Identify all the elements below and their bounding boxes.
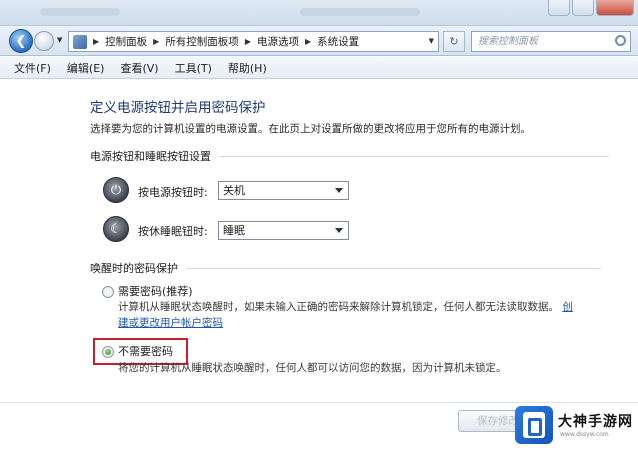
chevron-right-icon[interactable]: ▶: [153, 37, 159, 46]
power-button-select[interactable]: 关机: [218, 181, 349, 200]
power-icon: ⏻: [103, 177, 129, 203]
section-divider: [219, 155, 609, 157]
menu-file[interactable]: 文件(F): [14, 60, 51, 76]
page-title: 定义电源按钮并启用密码保护: [90, 100, 266, 116]
breadcrumb-system-settings[interactable]: 系统设置: [317, 34, 359, 49]
menu-bar: 文件(F) 编辑(E) 查看(V) 工具(T) 帮助(H): [0, 57, 638, 79]
create-password-link-row: 建或更改用户帐户密码: [118, 315, 223, 330]
watermark-logo-icon: [515, 406, 553, 444]
search-input[interactable]: 搜索控制面板: [471, 31, 631, 52]
logo-inner: [523, 412, 545, 438]
search-icon[interactable]: [615, 35, 626, 46]
breadcrumb-power-options[interactable]: 电源选项: [257, 34, 299, 49]
chevron-right-icon[interactable]: ▶: [305, 37, 311, 46]
history-dropdown-icon[interactable]: ▼: [57, 36, 62, 44]
power-button-value: 关机: [223, 184, 245, 197]
back-button[interactable]: ❮: [9, 29, 33, 53]
title-blur: [40, 8, 120, 16]
chevron-down-icon[interactable]: ▼: [429, 37, 434, 45]
menu-edit[interactable]: 编辑(E): [67, 60, 105, 76]
watermark-url: www.dssyw.com: [560, 431, 609, 438]
sleep-button-label: 按休睡眠钮时:: [138, 225, 208, 238]
menu-help[interactable]: 帮助(H): [228, 60, 267, 76]
breadcrumb-control-panel[interactable]: 控制面板: [105, 34, 147, 49]
chevron-down-icon: [335, 188, 343, 193]
maximize-button[interactable]: [572, 0, 594, 16]
require-password-label[interactable]: 需要密码(推荐): [118, 283, 193, 299]
close-button[interactable]: [596, 0, 634, 16]
control-panel-icon: [73, 34, 87, 49]
no-password-note: 将您的计算机从睡眠状态唤醒时，任何人都可以访问您的数据，因为计算机未锁定。: [118, 362, 507, 374]
section-title: 电源按钮和睡眠按钮设置: [90, 150, 211, 163]
chevron-down-icon: [335, 228, 343, 233]
menu-tools[interactable]: 工具(T): [175, 60, 212, 76]
window-title-bar: [0, 0, 638, 26]
require-password-note: 计算机从睡眠状态唤醒时，如果未输入正确的密码来解除计算机锁定，任何人都无法读取数…: [118, 299, 578, 314]
forward-button[interactable]: [34, 31, 54, 51]
minimize-button[interactable]: [548, 0, 570, 16]
refresh-icon: ↻: [449, 35, 459, 48]
sleep-button-value: 睡眠: [223, 224, 245, 237]
section-divider: [186, 267, 601, 269]
require-password-radio[interactable]: [102, 286, 114, 298]
sleep-icon: ☾: [103, 216, 129, 242]
sleep-button-select[interactable]: 睡眠: [218, 221, 349, 240]
breadcrumb-all-items[interactable]: 所有控制面板项: [165, 34, 239, 49]
create-password-link[interactable]: 建或更改用户帐户密码: [118, 317, 223, 329]
search-placeholder: 搜索控制面板: [478, 36, 538, 47]
buttons-section-header: 电源按钮和睡眠按钮设置: [90, 148, 609, 164]
section-title: 唤醒时的密码保护: [90, 262, 178, 275]
watermark-brand: 大神手游网: [558, 414, 633, 430]
chevron-right-icon[interactable]: ▶: [245, 37, 251, 46]
power-button-label: 按电源按钮时:: [138, 186, 208, 199]
arrow-left-icon: ❮: [15, 33, 27, 49]
create-password-link-part[interactable]: 创: [562, 301, 573, 313]
page-description: 选择要为您的计算机设置的电源设置。在此页上对设置所做的更改将应用于您所有的电源计…: [90, 123, 531, 135]
password-section-header: 唤醒时的密码保护: [90, 260, 601, 276]
menu-view[interactable]: 查看(V): [120, 60, 158, 76]
title-blur: [300, 8, 420, 16]
chevron-right-icon[interactable]: ▶: [93, 37, 99, 46]
refresh-button[interactable]: ↻: [443, 31, 465, 52]
navigation-bar: ❮ ▼ ▶ 控制面板 ▶ 所有控制面板项 ▶ 电源选项 ▶ 系统设置 ▼ ↻ 搜…: [0, 26, 638, 56]
footer-divider: [0, 402, 638, 403]
require-password-note-text: 计算机从睡眠状态唤醒时，如果未输入正确的密码来解除计算机锁定，任何人都无法读取数…: [118, 301, 559, 313]
address-bar[interactable]: ▶ 控制面板 ▶ 所有控制面板项 ▶ 电源选项 ▶ 系统设置 ▼: [68, 31, 439, 52]
window-controls: [548, 0, 634, 16]
